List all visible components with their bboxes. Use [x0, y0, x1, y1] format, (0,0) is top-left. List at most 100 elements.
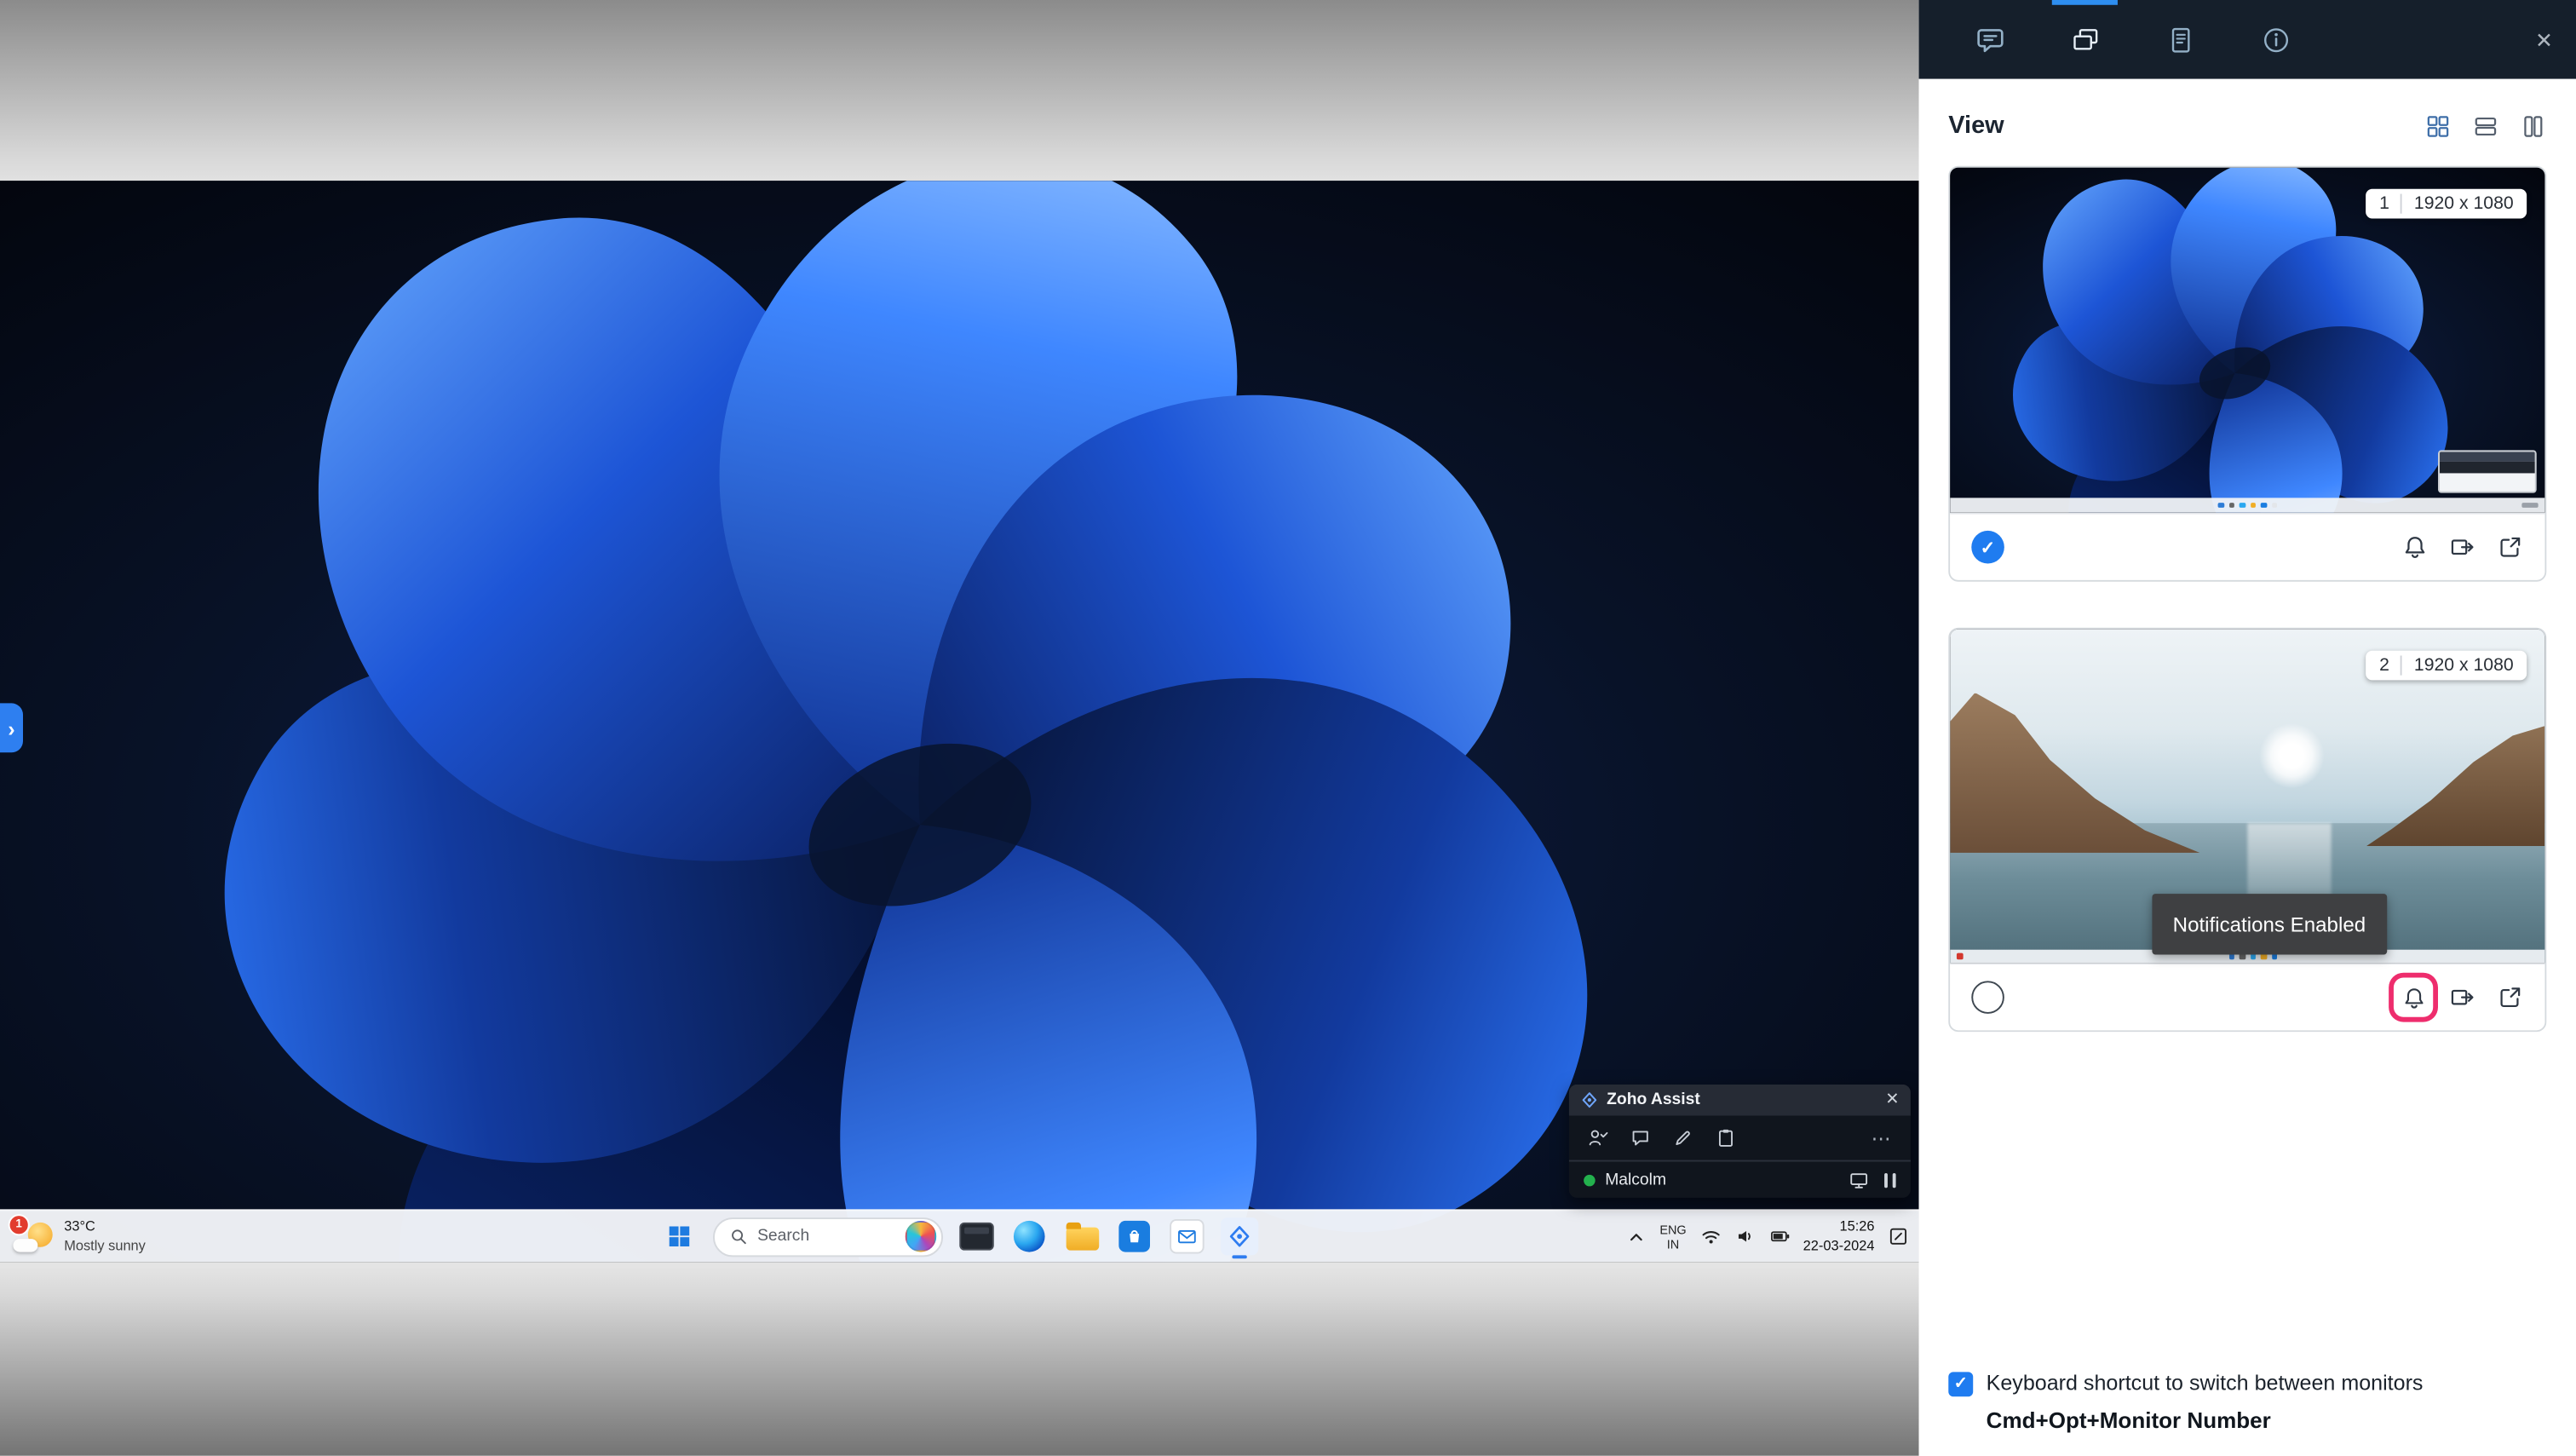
- search-icon: [729, 1228, 747, 1246]
- online-status-dot: [1584, 1174, 1596, 1186]
- weather-text: 33°C Mostly sunny: [64, 1218, 146, 1255]
- notification-center-icon[interactable]: [1888, 1226, 1909, 1247]
- monitor-1-thumbnail[interactable]: 1 1920 x 1080: [1950, 168, 2544, 513]
- remote-viewer-area: 1 33°C Mostly sunny Search: [0, 0, 1919, 1456]
- start-button[interactable]: [660, 1217, 698, 1255]
- taskbar-center: Search: [660, 1211, 1258, 1262]
- bell-icon: [2402, 534, 2429, 561]
- widget-toolbar: ⋯: [1569, 1115, 1911, 1160]
- monitor-2-open-new-window-button[interactable]: [2497, 984, 2523, 1010]
- open-in-new-window-icon: [2497, 534, 2523, 561]
- panel-tab-bar: ✕: [1919, 0, 2576, 79]
- remote-screen[interactable]: 1 33°C Mostly sunny Search: [0, 181, 1919, 1262]
- chevron-right-icon: ›: [8, 716, 14, 740]
- weather-temp: 33°C: [64, 1218, 146, 1236]
- bell-icon: [2401, 985, 2426, 1010]
- system-tray: ENG IN 15:26 22-03-2024: [1627, 1211, 1909, 1262]
- layout-switcher: [2425, 112, 2547, 139]
- tab-notes[interactable]: [2132, 0, 2228, 79]
- monitor-number: 2: [2379, 655, 2389, 675]
- clipboard-icon[interactable]: [1715, 1127, 1736, 1148]
- panel-close-icon[interactable]: ✕: [2535, 29, 2553, 50]
- info-tab-icon: [2260, 24, 2291, 55]
- pause-icon[interactable]: [1883, 1172, 1895, 1187]
- edge-browser-icon[interactable]: [1010, 1217, 1048, 1255]
- check-icon: ✓: [1954, 1375, 1968, 1393]
- view-header: View: [1919, 79, 2576, 166]
- rows-layout-icon[interactable]: [2472, 112, 2498, 139]
- monitor-resolution: 1920 x 1080: [2414, 655, 2514, 675]
- monitor-card-2: 2 1920 x 1080 Notifications Enabled: [1948, 628, 2546, 1032]
- zoho-assist-taskbar-icon[interactable]: [1221, 1217, 1258, 1255]
- monitor-2-notifications-button-highlighted[interactable]: [2394, 977, 2433, 1016]
- tray-chevron-up-icon[interactable]: [1627, 1227, 1647, 1246]
- weather-widget[interactable]: 1 33°C Mostly sunny: [13, 1211, 145, 1262]
- monitor-2-share-screen-button[interactable]: [2449, 984, 2475, 1010]
- sun: [2259, 722, 2325, 788]
- shortcut-keys: Cmd+Opt+Monitor Number: [1987, 1408, 2547, 1433]
- share-screen-icon: [2449, 984, 2475, 1010]
- volume-icon[interactable]: [1734, 1226, 1756, 1247]
- notifications-enabled-tooltip: Notifications Enabled: [2152, 894, 2388, 954]
- monitor-1-selected-radio[interactable]: ✓: [1971, 531, 2004, 564]
- share-screen-icon: [2449, 534, 2475, 561]
- monitor-icon[interactable]: [1848, 1169, 1869, 1190]
- mail-icon[interactable]: [1168, 1217, 1205, 1255]
- keyboard-shortcut-section: ✓ Keyboard shortcut to switch between mo…: [1919, 1370, 2576, 1455]
- wifi-icon[interactable]: [1699, 1226, 1721, 1247]
- tray-date: 22-03-2024: [1803, 1236, 1875, 1254]
- monitor-2-resolution-pill: 2 1920 x 1080: [2366, 651, 2527, 681]
- monitor-1-notifications-button[interactable]: [2402, 534, 2429, 561]
- widget-close-icon[interactable]: ✕: [1885, 1092, 1899, 1108]
- connected-user-name: Malcolm: [1605, 1171, 1666, 1188]
- taskbar-search[interactable]: Search: [713, 1217, 943, 1256]
- mini-assist-widget: [2438, 450, 2537, 492]
- mini-taskbar: [1950, 498, 2544, 512]
- open-window-thumbnail[interactable]: [957, 1217, 995, 1255]
- zoho-assist-session-window: 1 33°C Mostly sunny Search: [0, 0, 2576, 1456]
- expand-toolbar-tab[interactable]: ›: [0, 703, 23, 752]
- annotate-icon[interactable]: [1672, 1127, 1693, 1148]
- shortcut-label: Keyboard shortcut to switch between moni…: [1987, 1370, 2424, 1395]
- notes-tab-icon: [2165, 24, 2196, 55]
- monitor-number: 1: [2379, 194, 2389, 214]
- tab-monitors[interactable]: [2037, 0, 2132, 79]
- tab-chat[interactable]: [1942, 0, 2038, 79]
- columns-layout-icon[interactable]: [2520, 112, 2546, 139]
- monitor-1-resolution-pill: 1 1920 x 1080: [2366, 189, 2527, 219]
- weather-badge: 1: [9, 1213, 30, 1234]
- cloud-icon: [13, 1238, 37, 1251]
- monitor-2-unselected-radio[interactable]: [1971, 981, 2004, 1014]
- remote-taskbar: 1 33°C Mostly sunny Search: [0, 1209, 1919, 1262]
- chat-tab-icon: [1974, 24, 2005, 55]
- more-options-icon[interactable]: ⋯: [1872, 1128, 1893, 1148]
- grid-layout-icon[interactable]: [2425, 112, 2452, 139]
- side-panel: ✕ View 1 1: [1919, 0, 2576, 1456]
- monitor-1-open-new-window-button[interactable]: [2497, 534, 2523, 561]
- battery-icon[interactable]: [1768, 1226, 1790, 1247]
- tray-time: 15:26: [1803, 1218, 1875, 1236]
- check-icon: ✓: [1981, 537, 1996, 558]
- participants-icon[interactable]: [1587, 1127, 1608, 1148]
- widget-title-bar[interactable]: Zoho Assist ✕: [1569, 1085, 1911, 1116]
- clock[interactable]: 15:26 22-03-2024: [1803, 1218, 1875, 1255]
- zoho-assist-widget: Zoho Assist ✕ ⋯ Malcolm: [1569, 1085, 1911, 1198]
- panel-title: View: [1948, 112, 2004, 140]
- chat-icon[interactable]: [1630, 1127, 1651, 1148]
- shortcut-checkbox[interactable]: ✓: [1948, 1372, 1973, 1396]
- monitor-1-share-screen-button[interactable]: [2449, 534, 2475, 561]
- weather-condition: Mostly sunny: [64, 1236, 146, 1254]
- microsoft-store-icon[interactable]: [1115, 1217, 1153, 1255]
- monitor-card-1: 1 1920 x 1080 ✓: [1948, 166, 2546, 582]
- widget-user-row: Malcolm: [1569, 1160, 1911, 1198]
- zoho-assist-logo: [1580, 1091, 1598, 1109]
- language-indicator[interactable]: ENG IN: [1659, 1222, 1686, 1252]
- weather-icon: 1: [13, 1217, 54, 1256]
- monitors-tab-icon: [2069, 24, 2101, 55]
- monitor-1-footer: ✓: [1950, 513, 2544, 580]
- file-explorer-icon[interactable]: [1063, 1217, 1101, 1255]
- search-placeholder: Search: [757, 1228, 809, 1246]
- monitor-2-footer: [1950, 963, 2544, 1030]
- monitor-resolution: 1920 x 1080: [2414, 194, 2514, 214]
- tab-info[interactable]: [2228, 0, 2323, 79]
